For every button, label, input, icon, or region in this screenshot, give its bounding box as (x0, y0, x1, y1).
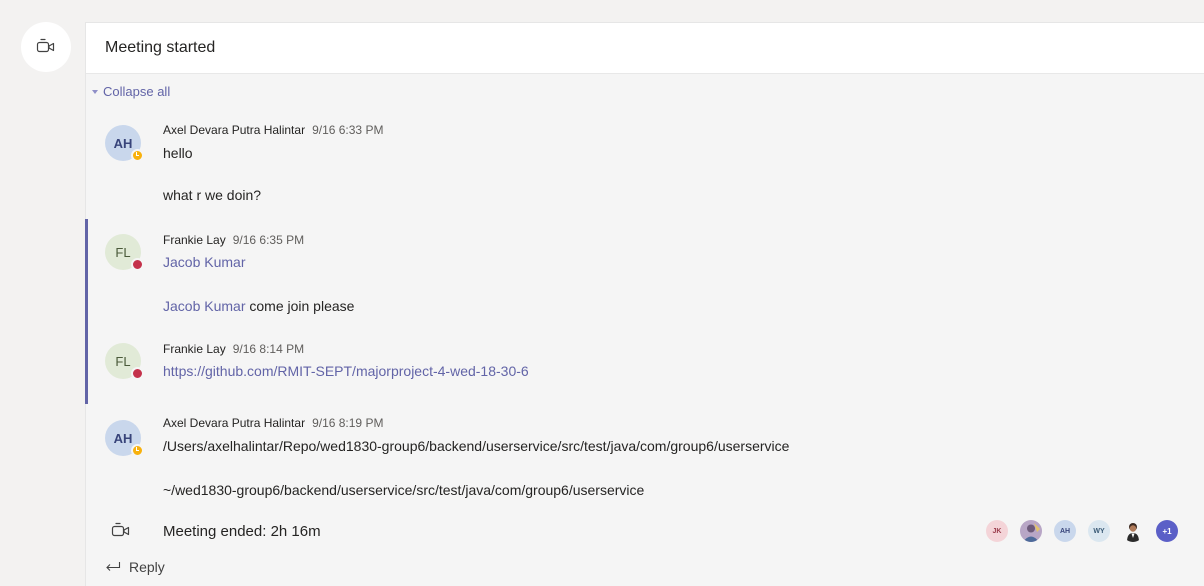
participant-photo[interactable] (1020, 520, 1042, 542)
reply-label: Reply (129, 559, 165, 575)
avatar-initials: AH (113, 430, 133, 446)
mention-jacob-kumar[interactable]: Jacob Kumar (163, 254, 245, 270)
message-text: what r we doin? (163, 187, 262, 203)
collapse-all-button[interactable]: Collapse all (92, 84, 170, 99)
message-text: https://github.com/RMIT-SEPT/majorprojec… (163, 363, 529, 379)
reply-button[interactable]: Reply (105, 559, 165, 575)
avatar[interactable]: FL (105, 343, 144, 380)
participant-avatar[interactable]: AH (1054, 520, 1076, 542)
message-text: /Users/axelhalintar/Repo/wed1830-group6/… (163, 438, 790, 454)
participant-avatar[interactable]: JK (986, 520, 1008, 542)
message-text: hello (163, 145, 193, 161)
participant-photo[interactable] (1122, 520, 1144, 542)
mention-jacob-kumar[interactable]: Jacob Kumar (163, 298, 245, 314)
meeting-ended-text: Meeting ended: 2h 16m (163, 523, 321, 540)
participant-initials: WY (1093, 527, 1105, 535)
collapse-triangle-icon (92, 89, 98, 94)
avatar-initials: FL (115, 353, 131, 369)
message-text: Jacob Kumar come join please (163, 298, 354, 314)
message-timestamp: 9/16 6:33 PM (312, 123, 384, 137)
message-timestamp: 9/16 8:19 PM (312, 416, 384, 430)
message-meta: Frankie Lay 9/16 8:14 PM (163, 342, 304, 356)
message-text: ~/wed1830-group6/backend/userservice/src… (163, 482, 645, 498)
video-camera-icon (111, 522, 131, 545)
meeting-card-header: Meeting started (86, 23, 1204, 74)
meeting-ended-row: Meeting ended: 2h 16m JK AH WY +1 (86, 520, 1204, 544)
message-timestamp: 9/16 8:14 PM (232, 342, 305, 356)
meeting-started-title: Meeting started (105, 39, 216, 56)
person-photo-icon (1127, 523, 1139, 542)
message-author[interactable]: Axel Devara Putra Halintar (163, 416, 305, 430)
thread-highlight-bar (85, 219, 88, 404)
avatar-initials: AH (113, 135, 133, 151)
avatar[interactable]: AH (105, 125, 144, 162)
teams-chat-page: Meeting started Collapse all AH Axel Dev… (0, 0, 1204, 586)
avatar-initials: FL (115, 244, 131, 260)
message-text: Jacob Kumar (163, 254, 245, 270)
person-photo-icon (1020, 520, 1042, 542)
participant-initials: JK (992, 527, 1002, 535)
participant-avatar[interactable]: WY (1088, 520, 1110, 542)
busy-status-icon (131, 367, 144, 380)
message-author[interactable]: Frankie Lay (163, 233, 226, 247)
message-timestamp: 9/16 6:35 PM (232, 233, 305, 247)
more-participants-count: +1 (1162, 526, 1172, 536)
participants-list: JK AH WY +1 (986, 520, 1190, 542)
participant-initials: AH (1059, 527, 1071, 535)
message-author[interactable]: Frankie Lay (163, 342, 226, 356)
away-status-icon (131, 444, 144, 457)
busy-status-icon (131, 258, 144, 271)
meeting-icon-badge (21, 22, 71, 72)
collapse-all-label: Collapse all (103, 84, 171, 99)
github-link[interactable]: https://github.com/RMIT-SEPT/majorprojec… (163, 363, 529, 379)
video-camera-icon (36, 38, 55, 53)
more-participants-badge[interactable]: +1 (1156, 520, 1178, 542)
reply-arrow-icon (105, 559, 121, 575)
message-meta: Frankie Lay 9/16 6:35 PM (163, 233, 304, 247)
away-status-icon (131, 149, 144, 162)
message-meta: Axel Devara Putra Halintar 9/16 8:19 PM (163, 416, 383, 430)
avatar[interactable]: AH (105, 420, 144, 457)
message-text-rest: come join please (245, 298, 355, 314)
message-author[interactable]: Axel Devara Putra Halintar (163, 123, 305, 137)
avatar[interactable]: FL (105, 234, 144, 271)
meeting-card: Meeting started Collapse all AH Axel Dev… (85, 22, 1204, 586)
message-meta: Axel Devara Putra Halintar 9/16 6:33 PM (163, 123, 383, 137)
